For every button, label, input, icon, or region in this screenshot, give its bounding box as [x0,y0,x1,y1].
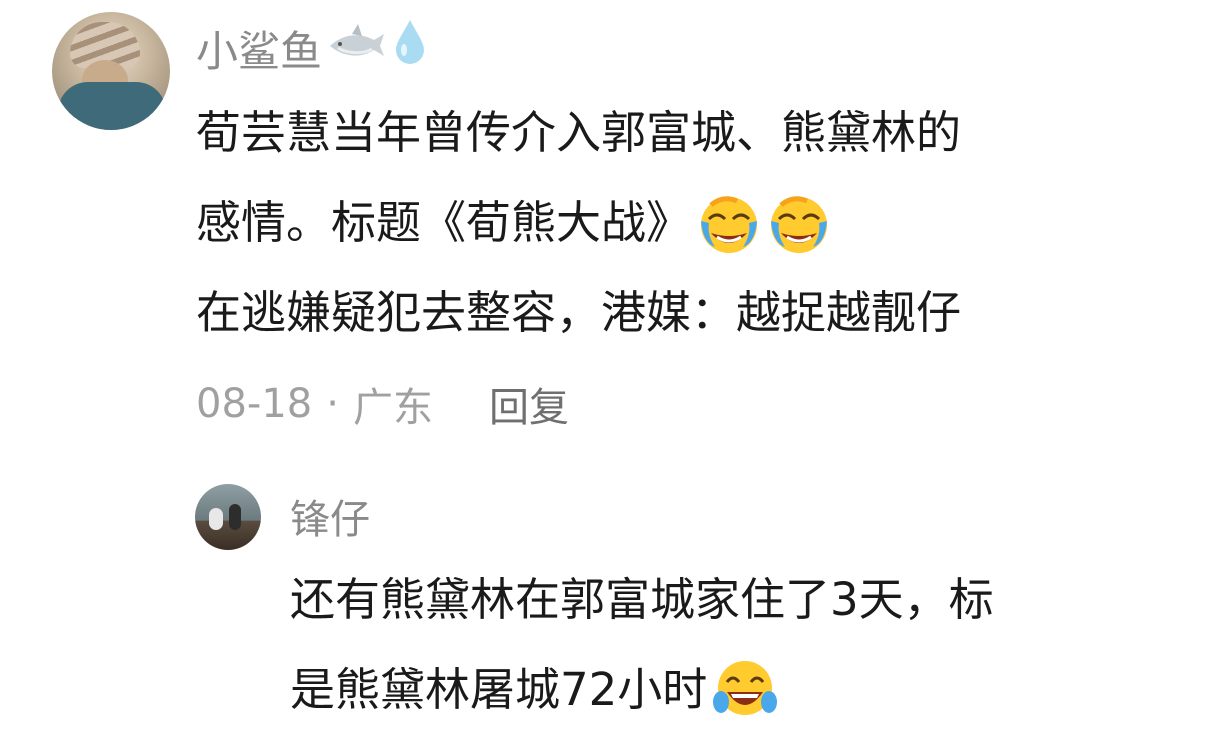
reply-line-text: 是熊黛林屠城72小时 [290,663,708,716]
laughing-crying-emoji-icon [767,191,831,255]
reply-line: 还有熊黛林在郭富城家住了3天，标 [290,555,994,645]
comment-line-text: 在逃嫌疑犯去整容，港媒：越捉越靓仔 [196,286,962,339]
comment-username[interactable]: 小鲨鱼 [196,20,428,76]
comment-location: 广东 [352,385,433,431]
meta-separator: · [326,381,339,427]
laughing-crying-emoji-icon [697,191,761,255]
comment-text: 荀芸慧当年曾传介入郭富城、熊黛林的 感情。标题《荀熊大战》 在逃嫌疑犯去整容，港… [196,88,961,358]
username-text: 小鲨鱼 [196,26,323,76]
avatar-figure [229,504,241,530]
comment-date: 08-18 [196,381,313,427]
reply-line-text: 还有熊黛林在郭富城家住了3天，标 [290,573,994,626]
shark-icon [328,22,386,74]
comment-line-text: 感情。标题《荀熊大战》 [196,196,692,249]
comment-line: 在逃嫌疑犯去整容，港媒：越捉越靓仔 [196,268,961,358]
comment-meta: 08-18 · 广东 回复 [196,376,569,432]
tears-of-joy-emoji-icon [713,658,778,722]
avatar[interactable] [52,12,170,130]
username-text: 锋仔 [290,497,370,543]
avatar-scarf [58,82,166,130]
reply-line: 是熊黛林屠城72小时 [290,645,994,735]
avatar-figure [209,508,223,530]
comment-line-text: 荀芸慧当年曾传介入郭富城、熊黛林的 [196,106,962,159]
reply-text: 还有熊黛林在郭富城家住了3天，标 是熊黛林屠城72小时 [290,555,994,735]
reply-avatar[interactable] [195,484,261,550]
water-drop-icon [392,18,428,78]
reply-button[interactable]: 回复 [489,375,569,433]
comment-line: 荀芸慧当年曾传介入郭富城、熊黛林的 [196,88,961,178]
reply-username[interactable]: 锋仔 [290,488,370,544]
comment-line: 感情。标题《荀熊大战》 [196,178,961,268]
